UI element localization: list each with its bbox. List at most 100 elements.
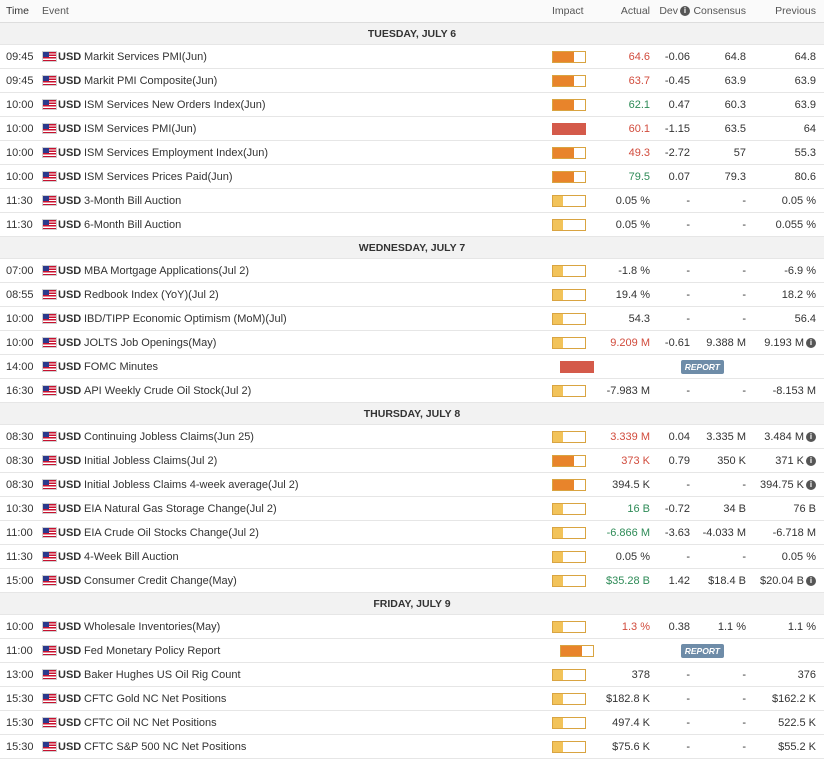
event-row[interactable]: 11:30 USD 4-Week Bill Auction 0.05 % - -… [0, 545, 824, 569]
event-name[interactable]: CFTC S&P 500 NC Net Positions [84, 741, 552, 753]
event-name[interactable]: 6-Month Bill Auction [84, 219, 552, 231]
actual-value: 9.209 M [610, 336, 650, 349]
us-flag-icon [42, 99, 58, 110]
event-time: 15:30 [6, 740, 34, 753]
event-name[interactable]: EIA Natural Gas Storage Change(Jul 2) [84, 503, 552, 515]
event-name[interactable]: Wholesale Inventories(May) [84, 621, 552, 633]
event-name[interactable]: Continuing Jobless Claims(Jun 25) [84, 431, 552, 443]
event-name[interactable]: 4-Week Bill Auction [84, 551, 552, 563]
event-row[interactable]: 10:00 USD Wholesale Inventories(May) 1.3… [0, 615, 824, 639]
info-icon[interactable]: i [680, 6, 690, 16]
event-row[interactable]: 08:30 USD Continuing Jobless Claims(Jun … [0, 425, 824, 449]
event-row[interactable]: 16:30 USD API Weekly Crude Oil Stock(Jul… [0, 379, 824, 403]
header-time[interactable]: Time [0, 5, 42, 17]
event-name[interactable]: Fed Monetary Policy Report [84, 645, 560, 657]
event-row[interactable]: 10:00 USD ISM Services PMI(Jun) 60.1 -1.… [0, 117, 824, 141]
currency-code: USD [58, 170, 82, 183]
actual-value: $35.28 B [605, 574, 650, 587]
event-row[interactable]: 15:30 USD CFTC Gold NC Net Positions $18… [0, 687, 824, 711]
info-icon[interactable]: i [806, 337, 816, 348]
previous-value: 9.193 M [764, 336, 804, 349]
event-row[interactable]: 09:45 USD Markit Services PMI(Jun) 64.6 … [0, 45, 824, 69]
previous-cell: $55.2 K [746, 741, 824, 753]
consensus-value: 9.388 M [706, 336, 746, 349]
us-flag-icon [42, 479, 58, 490]
event-row[interactable]: 10:00 USD IBD/TIPP Economic Optimism (Mo… [0, 307, 824, 331]
event-name[interactable]: JOLTS Job Openings(May) [84, 337, 552, 349]
impact-low-indicator [552, 502, 586, 515]
impact-cell [552, 336, 600, 349]
event-row[interactable]: 15:30 USD CFTC S&P 500 NC Net Positions … [0, 735, 824, 759]
event-row[interactable]: 10:00 USD JOLTS Job Openings(May) 9.209 … [0, 331, 824, 355]
event-row[interactable]: 08:30 USD Initial Jobless Claims 4-week … [0, 473, 824, 497]
event-row[interactable]: 08:30 USD Initial Jobless Claims(Jul 2) … [0, 449, 824, 473]
previous-value: $20.04 B [759, 574, 804, 587]
report-button[interactable]: REPORT [680, 643, 724, 658]
event-name[interactable]: 3-Month Bill Auction [84, 195, 552, 207]
previous-cell: 63.9 [746, 99, 824, 111]
event-name[interactable]: ISM Services Employment Index(Jun) [84, 147, 552, 159]
event-row[interactable]: 11:30 USD 3-Month Bill Auction 0.05 % - … [0, 189, 824, 213]
event-name[interactable]: Markit Services PMI(Jun) [84, 51, 552, 63]
event-row[interactable]: 11:30 USD 6-Month Bill Auction 0.05 % - … [0, 213, 824, 237]
actual-value: 373 K [621, 454, 650, 467]
event-row[interactable]: 10:00 USD ISM Services Employment Index(… [0, 141, 824, 165]
event-row[interactable]: 08:55 USD Redbook Index (YoY)(Jul 2) 19.… [0, 283, 824, 307]
event-time: 10:00 [6, 170, 34, 183]
event-name[interactable]: Baker Hughes US Oil Rig Count [84, 669, 552, 681]
previous-value: -8.153 M [772, 384, 816, 397]
header-previous[interactable]: Previous [746, 5, 824, 17]
event-row[interactable]: 15:30 USD CFTC Oil NC Net Positions 497.… [0, 711, 824, 735]
deviation-value: - [686, 264, 690, 277]
actual-value: 54.3 [628, 312, 650, 325]
event-name[interactable]: Consumer Credit Change(May) [84, 575, 552, 587]
header-consensus[interactable]: Consensus [690, 5, 746, 17]
previous-value: 63.9 [794, 74, 816, 87]
event-row[interactable]: 14:00 USD FOMC Minutes REPORT [0, 355, 824, 379]
event-name[interactable]: Initial Jobless Claims(Jul 2) [84, 455, 552, 467]
header-event[interactable]: Event [42, 5, 84, 17]
event-row[interactable]: 10:00 USD ISM Services New Orders Index(… [0, 93, 824, 117]
previous-value: 80.6 [794, 170, 816, 183]
event-name[interactable]: ISM Services PMI(Jun) [84, 123, 552, 135]
header-dev[interactable]: Dev i [650, 5, 690, 17]
event-name[interactable]: ISM Services New Orders Index(Jun) [84, 99, 552, 111]
event-name[interactable]: Initial Jobless Claims 4-week average(Ju… [84, 479, 552, 491]
event-row[interactable]: 09:45 USD Markit PMI Composite(Jun) 63.7… [0, 69, 824, 93]
event-name[interactable]: CFTC Gold NC Net Positions [84, 693, 552, 705]
event-name[interactable]: CFTC Oil NC Net Positions [84, 717, 552, 729]
event-name[interactable]: IBD/TIPP Economic Optimism (MoM)(Jul) [84, 313, 552, 325]
info-icon[interactable]: i [806, 431, 816, 442]
event-row[interactable]: 11:00 USD Fed Monetary Policy Report REP… [0, 639, 824, 663]
event-name[interactable]: Redbook Index (YoY)(Jul 2) [84, 289, 552, 301]
impact-low-indicator [552, 336, 586, 349]
event-row[interactable]: 11:00 USD EIA Crude Oil Stocks Change(Ju… [0, 521, 824, 545]
event-row[interactable]: 10:30 USD EIA Natural Gas Storage Change… [0, 497, 824, 521]
event-name[interactable]: FOMC Minutes [84, 361, 560, 373]
event-row[interactable]: 15:00 USD Consumer Credit Change(May) $3… [0, 569, 824, 593]
info-icon[interactable]: i [806, 455, 816, 466]
header-impact[interactable]: Impact [552, 5, 600, 17]
event-name[interactable]: API Weekly Crude Oil Stock(Jul 2) [84, 385, 552, 397]
event-name[interactable]: EIA Crude Oil Stocks Change(Jul 2) [84, 527, 552, 539]
event-row[interactable]: 07:00 USD MBA Mortgage Applications(Jul … [0, 259, 824, 283]
event-row[interactable]: 10:00 USD ISM Services Prices Paid(Jun) … [0, 165, 824, 189]
event-time: 16:30 [6, 384, 34, 397]
report-button[interactable]: REPORT [680, 359, 724, 374]
event-name[interactable]: Markit PMI Composite(Jun) [84, 75, 552, 87]
currency-code: USD [58, 644, 82, 657]
us-flag-icon [42, 147, 58, 158]
info-icon[interactable]: i [806, 575, 816, 586]
event-time: 11:30 [6, 550, 33, 563]
actual-value: 19.4 % [615, 288, 650, 301]
event-name[interactable]: ISM Services Prices Paid(Jun) [84, 171, 552, 183]
event-name[interactable]: MBA Mortgage Applications(Jul 2) [84, 265, 552, 277]
day-header: WEDNESDAY, JULY 7 [0, 237, 824, 259]
event-row[interactable]: 13:00 USD Baker Hughes US Oil Rig Count … [0, 663, 824, 687]
impact-low-indicator [552, 550, 586, 563]
header-actual[interactable]: Actual [600, 5, 650, 17]
consensus-value: - [742, 312, 746, 325]
info-icon[interactable]: i [806, 479, 816, 490]
deviation-value: -2.72 [664, 146, 690, 159]
currency-code: USD [58, 122, 82, 135]
